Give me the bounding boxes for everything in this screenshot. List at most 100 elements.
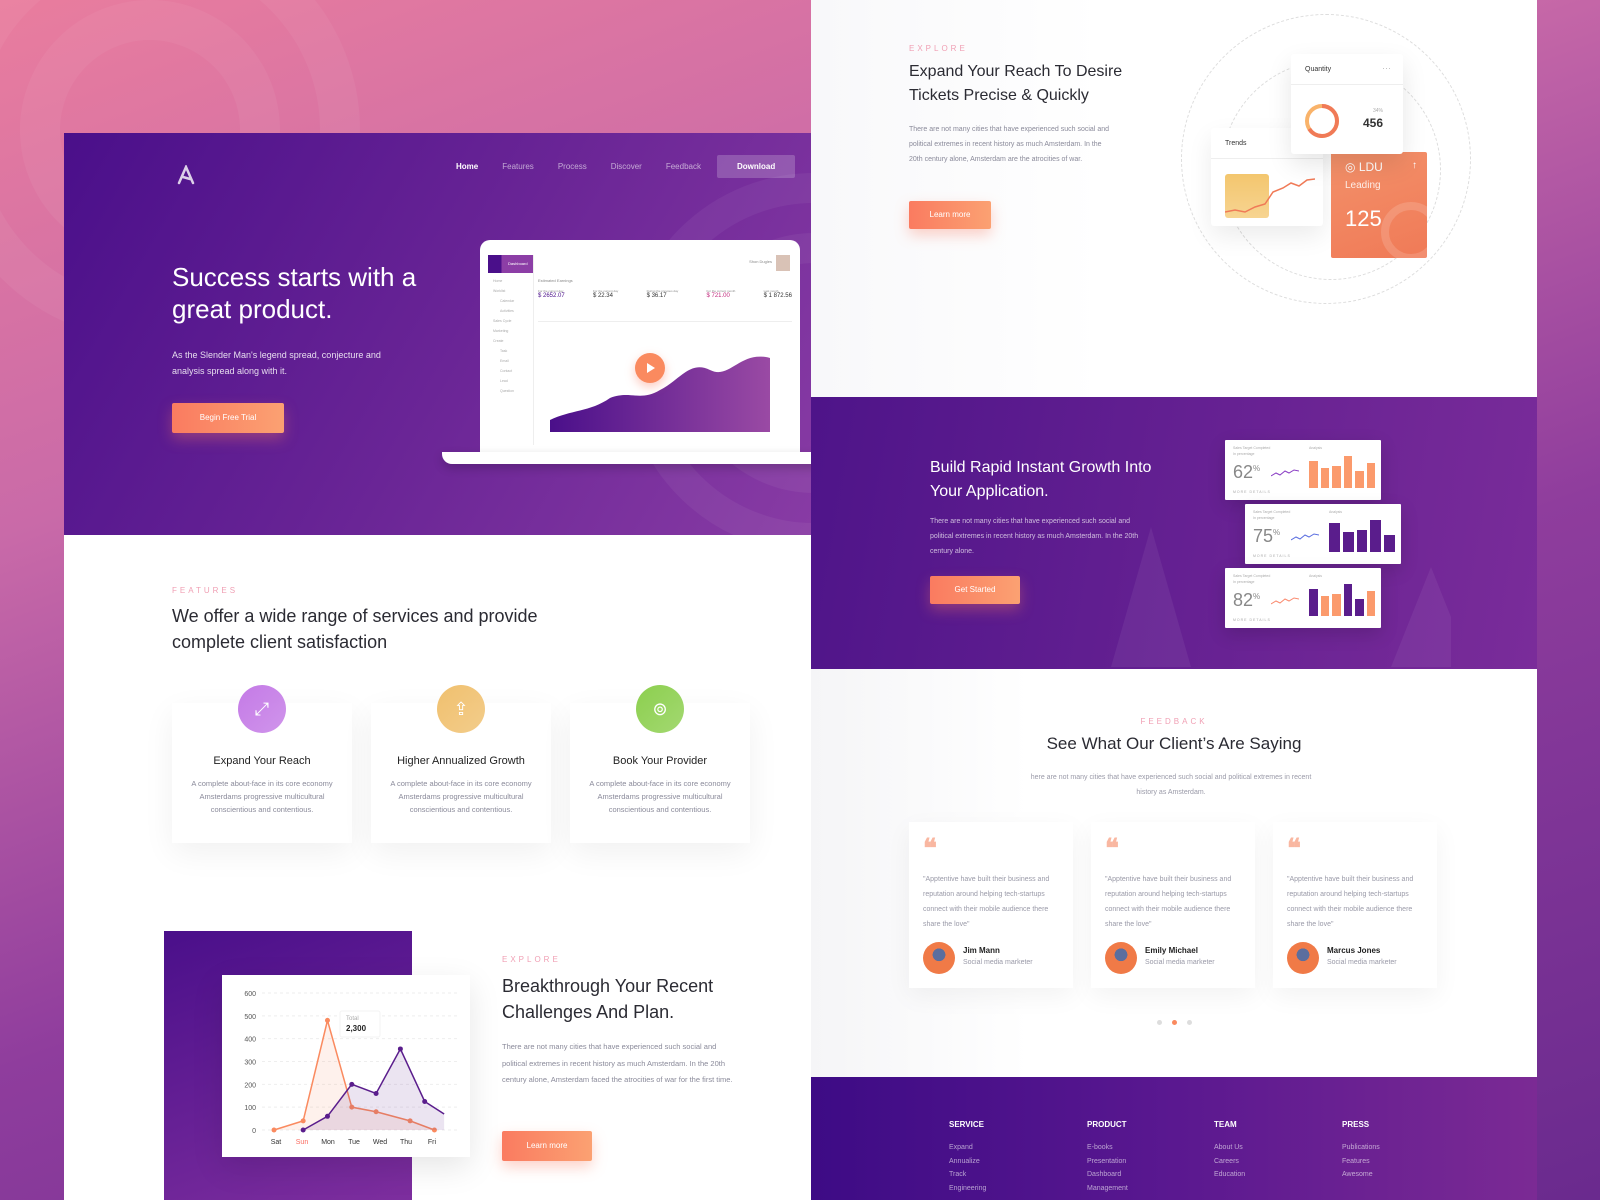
analysis-title: Analysis <box>1329 510 1343 514</box>
analysis-bar <box>1342 531 1354 552</box>
feature-title: Higher Annualized Growth <box>397 755 525 767</box>
testimonial-quote: "Apptentive have built their business an… <box>923 876 1050 928</box>
quote-icon: ❝ <box>1105 834 1119 863</box>
play-video-button[interactable] <box>635 353 665 383</box>
learn-more-button[interactable]: Learn more <box>909 201 991 229</box>
nav-home[interactable]: Home <box>444 162 490 171</box>
quote-icon: ❝ <box>1287 834 1301 863</box>
footer-link[interactable]: Expand <box>949 1141 986 1155</box>
hero-section: Home Features Process Discover Feedback … <box>64 133 868 535</box>
x-tick-label: Sat <box>271 1139 282 1146</box>
footer-link[interactable]: About Us <box>1214 1141 1245 1155</box>
dashboard-sidebar-item[interactable]: Worklist <box>493 289 528 293</box>
more-details-link[interactable]: MORE DETAILS <box>1233 490 1271 494</box>
footer-link[interactable]: Dashboard <box>1087 1168 1128 1182</box>
dashboard-sidebar-item[interactable]: Calendar <box>500 299 528 303</box>
data-point[interactable] <box>271 1127 277 1133</box>
footer-link[interactable]: Track <box>949 1168 986 1182</box>
footer-link[interactable]: Management <box>1087 1182 1128 1196</box>
target-percent: 75% <box>1253 526 1281 546</box>
feedback-heading: See What Our Client’s Are Saying <box>1046 734 1302 753</box>
nav-process[interactable]: Process <box>546 162 599 171</box>
footer-link[interactable]: Careers <box>1214 1155 1245 1169</box>
explore-heading: Breakthrough Your Recent Challenges And … <box>502 976 714 1022</box>
data-point[interactable] <box>349 1081 355 1087</box>
data-point[interactable] <box>324 1017 330 1023</box>
footer-link[interactable]: Engineering <box>949 1182 986 1196</box>
footer-link[interactable]: Awesome <box>1342 1168 1380 1182</box>
more-details-link[interactable]: MORE DETAILS <box>1253 554 1291 558</box>
sales-target-card: Sales Target Completed In percentage 82% MO… <box>1225 568 1381 628</box>
feature-card: ⤢ Expand Your Reach A complete about-face … <box>172 685 352 843</box>
explore-section: EXPLORE Expand Your Reach To Desire Tick… <box>811 0 1537 397</box>
tooltip-value: 2,300 <box>346 1024 367 1033</box>
card-label: Sales Target Completed <box>1253 510 1291 514</box>
arrow-up-icon: ↑ <box>1412 160 1417 171</box>
carousel-dot-active[interactable] <box>1172 1020 1177 1025</box>
footer-link[interactable]: Features <box>1342 1155 1380 1169</box>
nav-feedback[interactable]: Feedback <box>654 162 713 171</box>
analysis-bar <box>1332 593 1341 616</box>
footer-link[interactable]: Publications <box>1342 1141 1380 1155</box>
testimonial-role: Social media marketer <box>1327 959 1397 966</box>
growth-heading: Build Rapid Instant Growth Into Your App… <box>930 459 1152 500</box>
carousel-dot[interactable] <box>1187 1020 1192 1025</box>
quantity-value: 456 <box>1362 116 1383 130</box>
footer-link[interactable]: Education <box>1214 1168 1245 1182</box>
weekly-line-chart: 0 100 200 300 400 500 600 Sat Sun Mon Tue Wed Thu Fri… <box>244 991 457 1146</box>
analysis-bar <box>1343 455 1352 488</box>
feature-text: A complete about-face in its core econom… <box>589 779 731 814</box>
analysis-bar <box>1329 523 1340 552</box>
y-tick-label: 200 <box>244 1082 256 1089</box>
data-point[interactable] <box>300 1127 306 1133</box>
dashboard-sidebar-item[interactable]: Task <box>500 349 528 353</box>
data-point[interactable] <box>324 1113 330 1119</box>
growth-section <box>811 397 1537 669</box>
data-point[interactable] <box>397 1046 403 1052</box>
carousel-dots <box>1157 1020 1192 1025</box>
analysis-bars <box>1309 454 1375 488</box>
explore-label: EXPLORE <box>502 955 561 964</box>
weekly-line-chart-card: 0 100 200 300 400 500 600 Sat Sun Mon Tue Wed Thu Fri… <box>222 975 470 1157</box>
y-tick-label: 300 <box>244 1060 256 1067</box>
sales-target-card: Sales Target Completed In percentage 62% MO… <box>1225 440 1381 500</box>
dashboard-sidebar-item[interactable]: Create <box>493 339 528 343</box>
quantity-percent: 34% <box>1372 108 1383 114</box>
more-details-link[interactable]: MORE DETAILS <box>1233 618 1271 622</box>
earning-stat: During the previous day $ 36.17 <box>647 289 679 299</box>
footer-link[interactable]: Presentation <box>1087 1155 1128 1169</box>
earnings-panel: Estimated Earnings For the current day $ … <box>538 278 792 322</box>
analysis-bar <box>1355 599 1364 616</box>
leading-card: ◎ LDU ↑ Leading 125 <box>1331 152 1427 258</box>
learn-more-button[interactable]: Learn more <box>502 1131 592 1161</box>
dashboard-sidebar-item[interactable]: Contact <box>500 369 528 373</box>
analysis-bar <box>1343 583 1352 616</box>
nav-discover[interactable]: Discover <box>599 162 654 171</box>
dashboard-sidebar-item[interactable]: Question <box>500 389 528 393</box>
dashboard-sidebar-item[interactable]: Email <box>500 359 528 363</box>
dashboard-sidebar-item[interactable]: Home <box>493 279 528 283</box>
data-point[interactable] <box>300 1118 306 1124</box>
download-button[interactable]: Download <box>716 155 796 178</box>
dashboard-sidebar-item[interactable]: Sales Cycle <box>493 319 528 323</box>
x-tick-label: Mon <box>321 1139 335 1146</box>
dashboard-sidebar-item[interactable]: Activities <box>500 309 528 313</box>
more-options-icon[interactable]: ··· <box>1382 63 1391 73</box>
nav-features[interactable]: Features <box>490 162 546 171</box>
growth-text: There are not many cities that have expe… <box>930 518 1139 555</box>
laptop-base <box>442 452 842 464</box>
dashboard-sidebar-item[interactable]: Lead <box>500 379 528 383</box>
get-started-button[interactable]: Get Started <box>930 576 1020 604</box>
logo-icon[interactable] <box>176 165 196 185</box>
trends-title: Trends <box>1225 140 1247 147</box>
footer-link[interactable]: E-books <box>1087 1141 1128 1155</box>
carousel-dot[interactable] <box>1157 1020 1162 1025</box>
data-point[interactable] <box>422 1098 428 1104</box>
footer-link[interactable]: Annualize <box>949 1155 986 1169</box>
begin-free-trial-button[interactable]: Begin Free Trial <box>172 403 284 433</box>
feedback-text: here are not many cities that have exper… <box>1030 774 1312 796</box>
dashboard-sidebar-item[interactable]: Marketing <box>493 329 528 333</box>
features-heading: We offer a wide range of services and pr… <box>172 606 538 652</box>
earnings-title: Estimated Earnings <box>538 278 573 283</box>
data-point[interactable] <box>373 1090 379 1096</box>
